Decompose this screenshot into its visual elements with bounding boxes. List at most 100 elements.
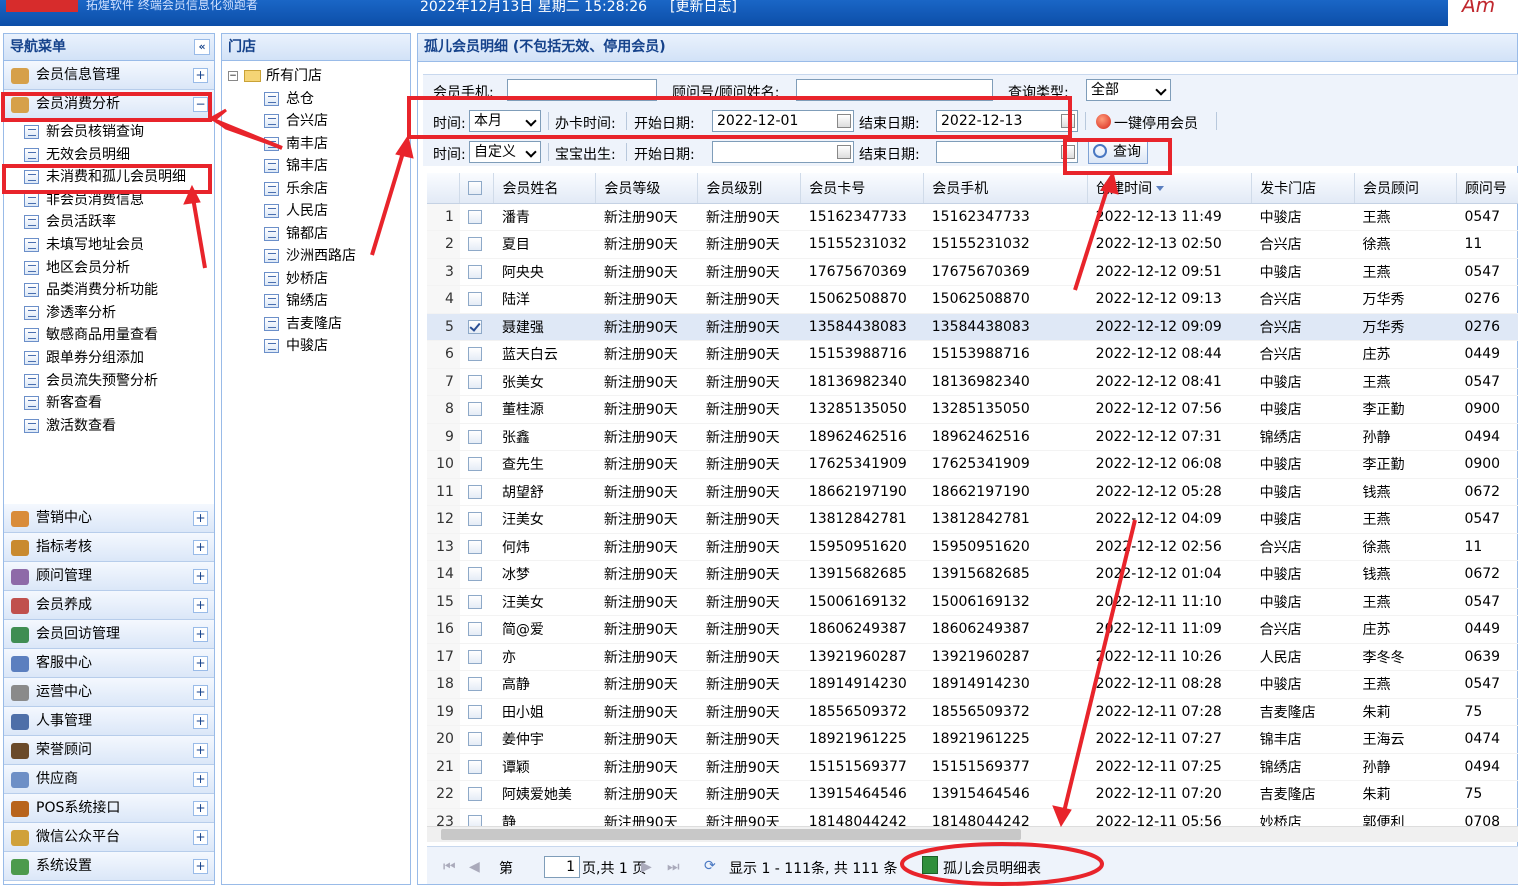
nav-item-6[interactable]: 地区会员分析 [4,257,214,280]
nav-section-bottom-5[interactable]: 客服中心 + [4,649,214,678]
expand-icon[interactable]: + [193,830,208,845]
table-row[interactable]: 12 汪美女 新注册90天 新注册90天 13812842781 13812842781 2… [427,505,1518,534]
table-row[interactable]: 18 高静 新注册90天 新注册90天 18914914230 18914914230 20… [427,670,1518,699]
store-tree-node[interactable]: 合兴店 [222,110,410,133]
collapse-nav-button[interactable]: « [194,39,210,55]
table-row[interactable]: 8 董桂源 新注册90天 新注册90天 13285135050 13285135050 20… [427,395,1518,424]
store-tree-node[interactable]: 锦都店 [222,223,410,246]
nav-section-bottom-2[interactable]: 顾问管理 + [4,562,214,591]
table-row[interactable]: 16 简@爱 新注册90天 新注册90天 18606249387 18606249387 2… [427,615,1518,644]
row-checkbox[interactable] [467,787,482,802]
nav-item-12[interactable]: 新客查看 [4,392,214,415]
first-page-icon[interactable]: ⏮ [443,859,457,875]
table-row[interactable]: 17 亦新注册90天 新注册90天 13921960287 13921960287 202… [427,643,1518,671]
row-checkbox[interactable] [467,539,482,554]
export-button[interactable]: 孤儿会员明细表 [943,858,1041,878]
calendar-icon[interactable] [837,145,851,159]
expand-icon[interactable]: + [193,540,208,555]
table-row[interactable]: 5 聂建强 新注册90天 新注册90天 13584438083 13584438083 20… [427,313,1518,341]
scrollbar-thumb[interactable] [441,829,1021,840]
row-checkbox[interactable] [467,677,482,692]
table-row[interactable]: 10 查先生 新注册90天 新注册90天 17625341909 17625341909 2… [427,450,1518,479]
row-checkbox[interactable] [467,209,482,224]
deactivate-members-button[interactable]: 一键停用会员 [1114,113,1198,133]
nav-section-bottom-7[interactable]: 人事管理 + [4,707,214,736]
table-row[interactable]: 22 阿姨爱她美 新注册90天 新注册90天 13915464546 1391546454… [427,780,1518,809]
query-button[interactable]: 查询 [1088,140,1148,164]
nav-section-bottom-9[interactable]: 供应商 + [4,765,214,794]
row-checkbox[interactable] [467,264,482,279]
row-checkbox[interactable] [467,292,482,307]
row-checkbox[interactable] [467,567,482,582]
table-row[interactable]: 20 姜仲宇 新注册90天 新注册90天 18921961225 18921961225 2… [427,725,1518,754]
row-checkbox[interactable] [467,649,482,664]
select-all-checkbox[interactable] [468,180,483,195]
nav-section-top-1[interactable]: 会员消费分析 − [4,90,214,119]
store-tree-node[interactable]: 人民店 [222,200,410,223]
nav-item-4[interactable]: 会员活跃率 [4,211,214,234]
page-number-input[interactable]: 1 [544,856,580,878]
sort-desc-icon[interactable] [1156,186,1165,192]
nav-item-13[interactable]: 激活数查看 [4,415,214,438]
nav-item-5[interactable]: 未填写地址会员 [4,234,214,257]
column-header[interactable]: 会员顾问 [1354,173,1457,204]
collapse-icon[interactable]: − [193,97,208,112]
row-checkbox[interactable] [467,622,482,637]
expand-icon[interactable]: + [193,772,208,787]
row-checkbox[interactable] [467,347,482,362]
store-tree-node[interactable]: 沙洲西路店 [222,245,410,268]
expand-icon[interactable]: + [193,859,208,874]
row-checkbox[interactable] [467,237,482,252]
nav-section-bottom-8[interactable]: 荣誉顾问 + [4,736,214,765]
horizontal-scrollbar[interactable] [427,826,1518,842]
row-checkbox[interactable] [467,512,482,527]
time-select[interactable]: 本月 [469,110,541,132]
table-row[interactable]: 11 胡望舒 新注册90天 新注册90天 18662197190 18662197190 2… [427,478,1518,506]
table-row[interactable]: 7 张美女 新注册90天 新注册90天 18136982340 18136982340 20… [427,368,1518,396]
nav-item-7[interactable]: 品类消费分析功能 [4,279,214,302]
table-row[interactable]: 13 何炜 新注册90天 新注册90天 15950951620 15950951620 20… [427,533,1518,561]
table-row[interactable]: 19 田小姐 新注册90天 新注册90天 18556509372 18556509372 2… [427,698,1518,726]
nav-section-bottom-3[interactable]: 会员养成 + [4,591,214,620]
end2-date-input[interactable] [936,141,1078,163]
row-checkbox[interactable] [467,704,482,719]
column-header[interactable]: 发卡门店 [1251,173,1356,204]
nav-section-bottom-10[interactable]: POS系统接口 + [4,794,214,823]
start-date-input[interactable]: 2022-12-01 [712,110,854,132]
table-row[interactable]: 15 汪美女 新注册90天 新注册90天 15006169132 15006169132 2… [427,588,1518,616]
nav-section-bottom-1[interactable]: 指标考核 + [4,533,214,562]
next-page-icon[interactable]: ▶ [641,859,655,875]
expand-icon[interactable]: + [193,714,208,729]
expand-icon[interactable]: + [193,68,208,83]
phone-input[interactable] [507,79,657,101]
table-row[interactable]: 1 潘青 新注册90天 新注册90天 15162347733 15162347733 202… [427,203,1518,231]
expand-icon[interactable]: + [193,801,208,816]
column-header[interactable]: 顾问号 [1456,173,1518,204]
nav-section-top-0[interactable]: 会员信息管理 + [4,61,214,90]
nav-section-bottom-6[interactable]: 运营中心 + [4,678,214,707]
row-checkbox[interactable] [467,732,482,747]
row-checkbox[interactable] [467,594,482,609]
column-header[interactable]: 会员等级 [595,173,699,204]
table-row[interactable]: 3 阿央央 新注册90天 新注册90天 17675670369 17675670369 20… [427,258,1518,286]
column-header[interactable]: 会员卡号 [800,173,925,204]
nav-item-1[interactable]: 无效会员明细 [4,144,214,167]
column-header[interactable]: 创建时间 [1087,173,1253,204]
table-row[interactable]: 21 谭颖 新注册90天 新注册90天 15151569377 15151569377 20… [427,753,1518,781]
advisor-input[interactable] [796,79,993,101]
nav-item-0[interactable]: 新会员核销查询 [4,121,214,144]
store-tree-node[interactable]: 南丰店 [222,133,410,156]
update-log-link[interactable]: [更新日志] [670,0,737,16]
table-row[interactable]: 9 张鑫 新注册90天 新注册90天 18962462516 18962462516 202… [427,423,1518,451]
nav-section-bottom-12[interactable]: 系统设置 + [4,852,214,881]
prev-page-icon[interactable]: ◀ [469,859,483,875]
row-checkbox[interactable] [467,319,482,334]
table-row[interactable]: 4 陆洋 新注册90天 新注册90天 15062508870 15062508870 202… [427,285,1518,314]
column-header[interactable]: 会员手机 [923,173,1089,204]
nav-item-8[interactable]: 渗透率分析 [4,302,214,325]
refresh-icon[interactable]: ⟳ [704,858,716,874]
table-row[interactable]: 2 夏目 新注册90天 新注册90天 15155231032 15155231032 202… [427,230,1518,259]
row-checkbox[interactable] [467,429,482,444]
last-page-icon[interactable]: ⏭ [667,859,681,875]
nav-item-2[interactable]: 未消费和孤儿会员明细 [4,166,214,189]
